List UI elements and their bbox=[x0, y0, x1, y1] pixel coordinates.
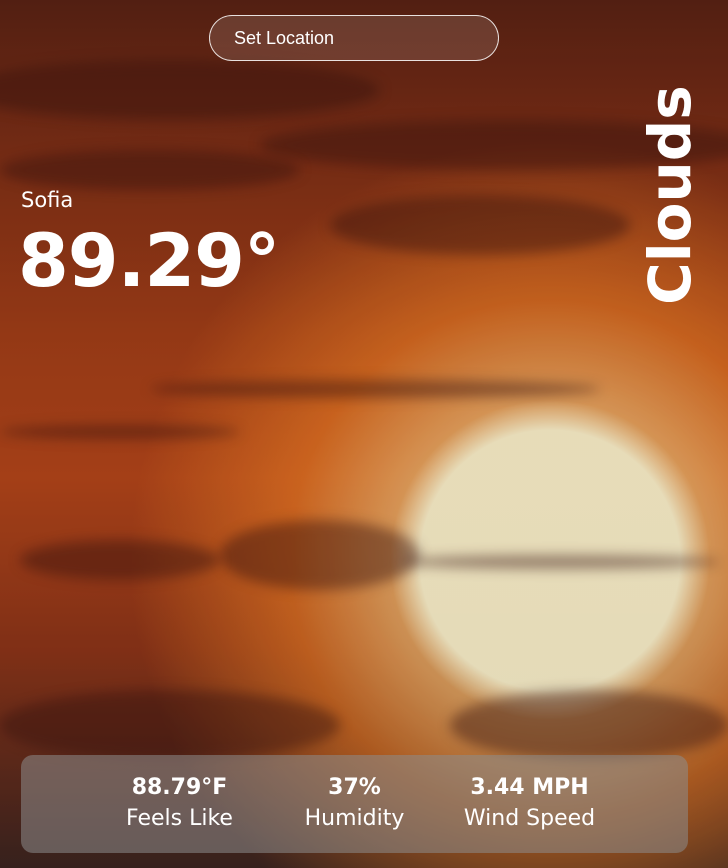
feels-like-label: Feels Like bbox=[126, 806, 233, 831]
location-search-input[interactable] bbox=[209, 15, 499, 61]
city-name: Sofia bbox=[21, 188, 74, 212]
weather-condition-label: Clouds bbox=[636, 85, 704, 305]
weather-app: Sofia 89.29° Clouds 88.79°F Feels Like 3… bbox=[0, 0, 728, 868]
current-temperature: 89.29° bbox=[18, 219, 280, 304]
background-overlay bbox=[0, 0, 728, 868]
feels-like-value: 88.79°F bbox=[131, 775, 228, 801]
humidity-label: Humidity bbox=[304, 806, 405, 831]
wind-speed-value: 3.44 MPH bbox=[470, 775, 589, 801]
weather-stats-panel: 88.79°F Feels Like 37% Humidity 3.44 MPH… bbox=[21, 755, 688, 853]
wind-speed-label: Wind Speed bbox=[463, 806, 596, 831]
humidity-value: 37% bbox=[328, 775, 381, 801]
humidity-stat: 37% Humidity bbox=[267, 774, 442, 833]
wind-speed-stat: 3.44 MPH Wind Speed bbox=[442, 774, 617, 833]
weather-condition: Clouds bbox=[636, 70, 704, 320]
feels-like-stat: 88.79°F Feels Like bbox=[92, 774, 267, 833]
